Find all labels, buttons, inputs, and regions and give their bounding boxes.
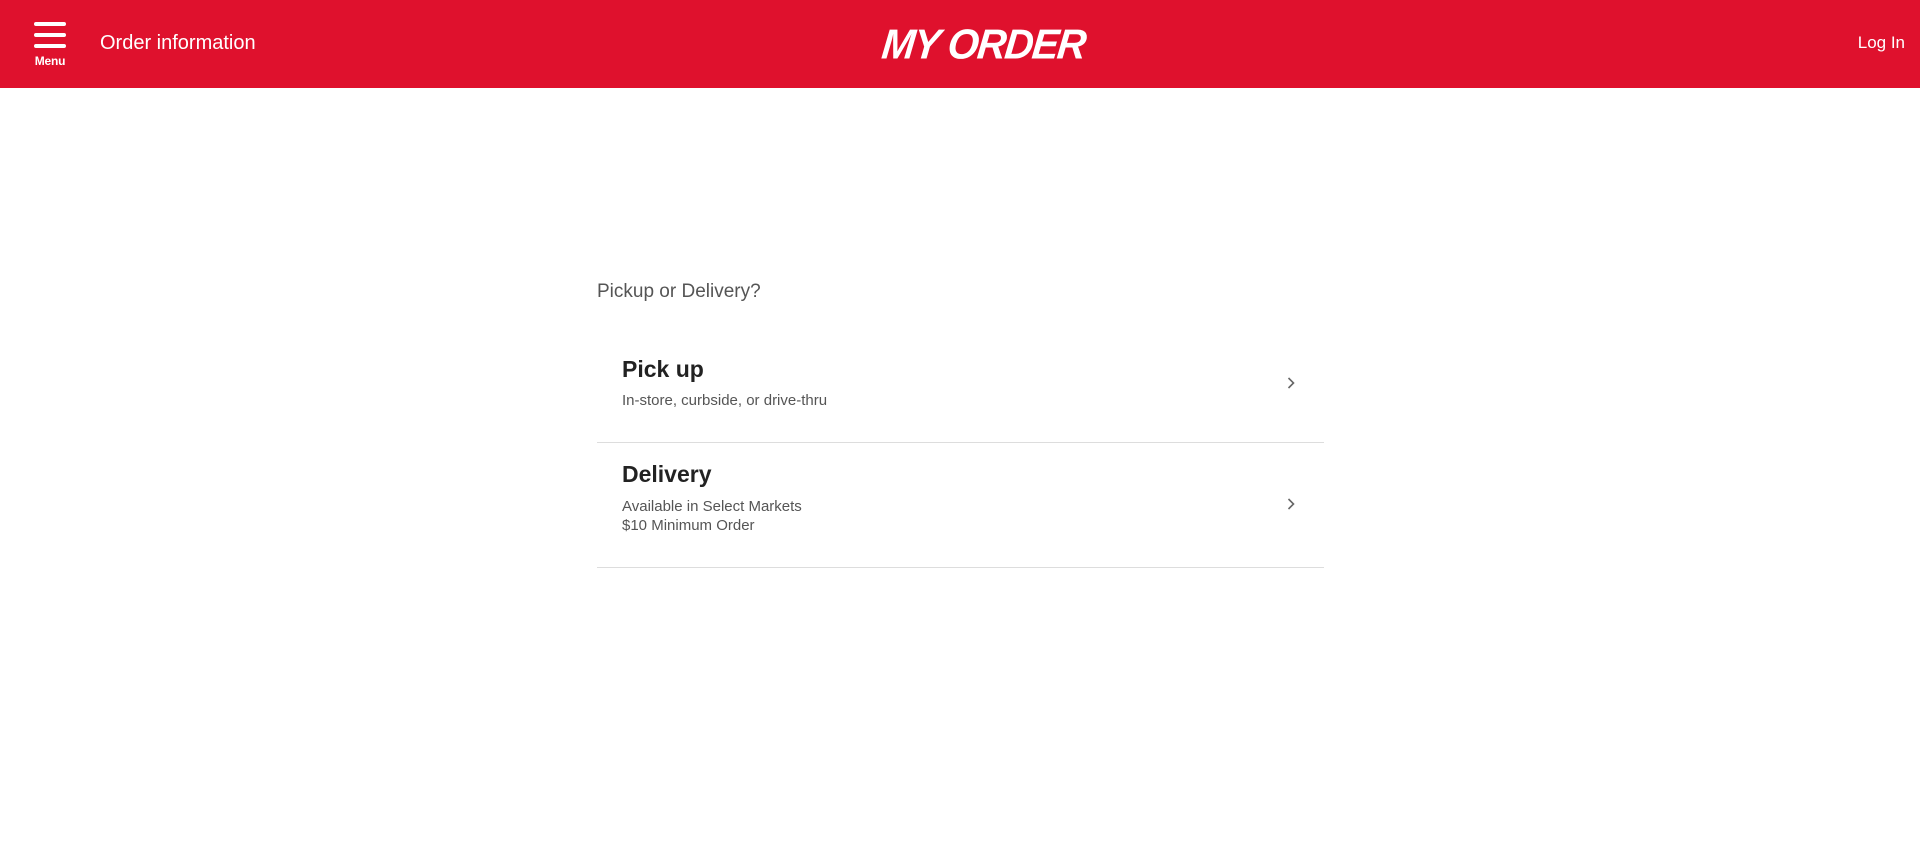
top-header: Menu Order information MY ORDER Log In bbox=[0, 0, 1920, 88]
brand-logo[interactable]: MY ORDER bbox=[879, 21, 1088, 69]
delivery-option[interactable]: Delivery Available in Select Markets $10… bbox=[597, 443, 1324, 568]
chevron-right-icon bbox=[1287, 498, 1295, 510]
pickup-title: Pick up bbox=[622, 356, 704, 382]
pickup-subtitle: In-store, curbside, or drive-thru bbox=[622, 392, 828, 409]
pickup-option[interactable]: Pick up In-store, curbside, or drive-thr… bbox=[597, 339, 1324, 443]
delivery-availability: Available in Select Markets bbox=[622, 498, 802, 515]
chevron-right-icon bbox=[1287, 377, 1295, 389]
menu-label: Menu bbox=[34, 54, 66, 68]
order-type-question: Pickup or Delivery? bbox=[597, 281, 761, 302]
delivery-title: Delivery bbox=[622, 461, 712, 487]
login-link[interactable]: Log In bbox=[1858, 32, 1905, 54]
hamburger-menu-icon bbox=[34, 22, 66, 50]
delivery-minimum: $10 Minimum Order bbox=[622, 517, 755, 534]
menu-button[interactable]: Menu bbox=[30, 20, 70, 72]
order-type-section: Pickup or Delivery? Pick up In-store, cu… bbox=[597, 280, 1324, 568]
page-title: Order information bbox=[100, 32, 256, 54]
